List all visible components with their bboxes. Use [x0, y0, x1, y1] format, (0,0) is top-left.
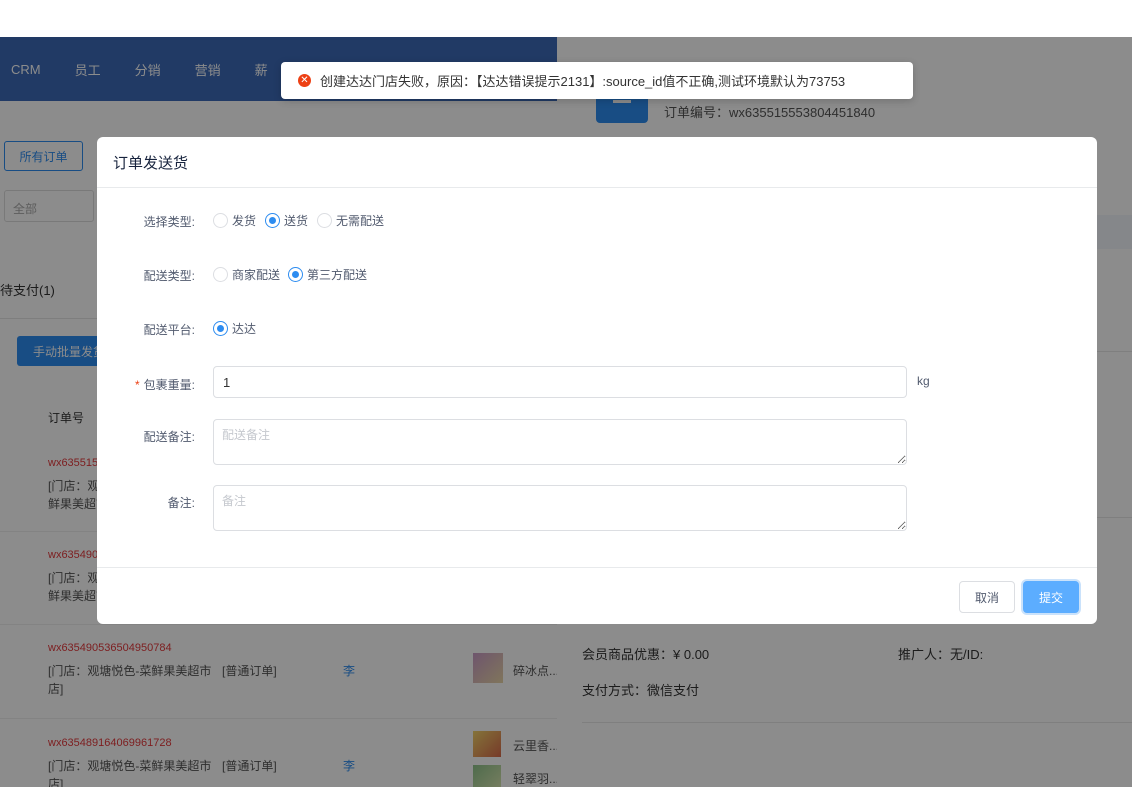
radio-third-party-delivery[interactable]: 第三方配送 [288, 266, 367, 283]
radio-label: 达达 [232, 322, 257, 336]
radio-merchant-delivery[interactable]: 商家配送 [213, 266, 280, 283]
radio-circle[interactable] [213, 321, 228, 336]
top-bar [0, 0, 1132, 37]
delivery-type-label: 配送类型: [143, 269, 195, 283]
weight-label: * 包裹重量: [97, 376, 195, 393]
radio-circle[interactable] [213, 267, 228, 282]
radio-no-delivery[interactable]: 无需配送 [317, 212, 384, 229]
error-toast: ✕ 创建达达门店失败，原因：【达达错误提示2131】:source_id值不正确… [281, 62, 913, 99]
weight-unit: kg [917, 374, 930, 388]
radio-circle[interactable] [213, 213, 228, 228]
error-icon: ✕ [298, 74, 311, 87]
weight-input[interactable] [213, 366, 907, 398]
radio-label: 无需配送 [336, 214, 385, 228]
type-label: 选择类型: [143, 215, 195, 229]
radio-label: 发货 [232, 214, 257, 228]
radio-label: 商家配送 [232, 268, 281, 282]
modal-footer: 取消 提交 [97, 567, 1097, 624]
delivery-note-textarea[interactable] [213, 419, 907, 465]
radio-label: 第三方配送 [307, 268, 368, 282]
toast-message: 创建达达门店失败，原因：【达达错误提示2131】:source_id值不正确,测… [320, 74, 846, 89]
ship-order-modal: 订单发送货 选择类型: 发货 送货 无需配送 配送类型: 商家配送 第三方配送 … [97, 137, 1097, 624]
weight-label-text: 包裹重量: [143, 378, 195, 392]
platform-label: 配送平台: [143, 323, 195, 337]
cancel-button[interactable]: 取消 [959, 581, 1015, 613]
modal-title: 订单发送货 [97, 137, 1097, 188]
radio-label: 送货 [284, 214, 309, 228]
radio-circle[interactable] [265, 213, 280, 228]
delivery-note-label: 配送备注: [143, 430, 195, 444]
radio-circle[interactable] [317, 213, 332, 228]
note-textarea[interactable] [213, 485, 907, 531]
required-mark: * [134, 378, 140, 392]
radio-circle[interactable] [288, 267, 303, 282]
radio-ship[interactable]: 发货 [213, 212, 256, 229]
note-label: 备注: [167, 496, 195, 510]
radio-deliver[interactable]: 送货 [265, 212, 308, 229]
submit-button[interactable]: 提交 [1023, 581, 1079, 613]
radio-dada[interactable]: 达达 [213, 320, 256, 337]
